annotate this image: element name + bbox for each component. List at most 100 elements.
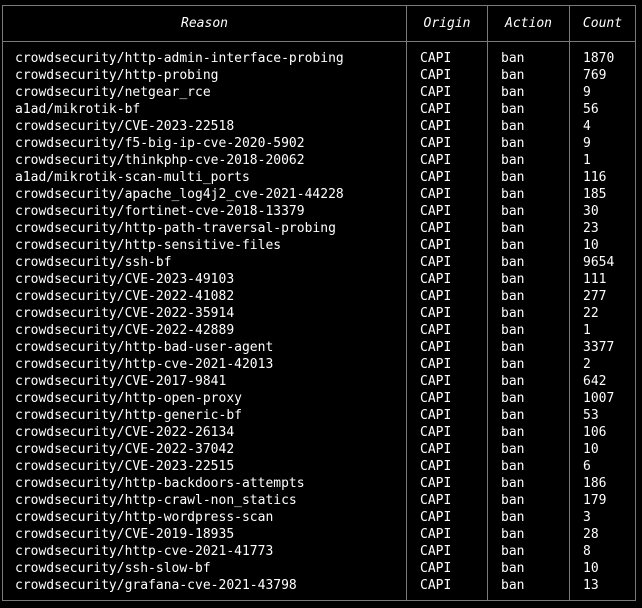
reason-cell: crowdsecurity/CVE-2017-9841 [15, 374, 227, 389]
origin-cell: CAPI [420, 408, 452, 423]
action-cell: ban [501, 170, 525, 185]
count-cell: 10 [583, 238, 599, 253]
reason-cell: crowdsecurity/http-probing [15, 68, 219, 83]
reason-cell: crowdsecurity/ssh-bf [15, 255, 172, 270]
count-cell: 13 [583, 578, 599, 593]
action-cell: ban [501, 340, 525, 355]
action-cell: ban [501, 85, 525, 100]
origin-cell: CAPI [420, 272, 452, 287]
table-row: crowdsecurity/http-backdoors-attempts CAP… [3, 475, 635, 492]
action-cell: ban [501, 204, 525, 219]
origin-cell: CAPI [420, 493, 452, 508]
reason-cell: crowdsecurity/f5-big-ip-cve-2020-5902 [15, 136, 305, 151]
origin-cell: CAPI [420, 374, 452, 389]
table-row: crowdsecurity/http-admin-interface-probi… [3, 50, 635, 67]
table-row: crowdsecurity/fortinet-cve-2018-13379 CAP… [3, 203, 635, 220]
action-cell: ban [501, 323, 525, 338]
origin-cell: CAPI [420, 238, 452, 253]
origin-cell: CAPI [420, 68, 452, 83]
count-cell: 106 [583, 425, 607, 440]
table-row: crowdsecurity/http-sensitive-files CAPI ba… [3, 237, 635, 254]
count-cell: 1 [583, 153, 591, 168]
reason-cell: crowdsecurity/http-crawl-non_statics [15, 493, 297, 508]
count-cell: 53 [583, 408, 599, 423]
action-cell: ban [501, 544, 525, 559]
count-cell: 30 [583, 204, 599, 219]
reason-cell: crowdsecurity/netgear_rce [15, 85, 211, 100]
header-count: Count [582, 16, 623, 31]
count-cell: 10 [583, 442, 599, 457]
count-cell: 116 [583, 170, 607, 185]
count-cell: 1870 [583, 51, 615, 66]
count-cell: 185 [583, 187, 607, 202]
origin-cell: CAPI [420, 357, 452, 372]
reason-cell: crowdsecurity/fortinet-cve-2018-13379 [15, 204, 305, 219]
reason-cell: crowdsecurity/ssh-slow-bf [15, 561, 211, 576]
reason-cell: crowdsecurity/CVE-2022-35914 [15, 306, 235, 321]
reason-cell: crowdsecurity/CVE-2022-41082 [15, 289, 235, 304]
table-row: crowdsecurity/http-cve-2021-41773 CAPI ban… [3, 543, 635, 560]
action-cell: ban [501, 153, 525, 168]
reason-cell: crowdsecurity/CVE-2022-42889 [15, 323, 235, 338]
table-row: crowdsecurity/http-probing CAPI ban 769 [3, 67, 635, 84]
count-cell: 56 [583, 102, 599, 117]
origin-cell: CAPI [420, 204, 452, 219]
reason-cell: crowdsecurity/grafana-cve-2021-43798 [15, 578, 297, 593]
table-row: crowdsecurity/CVE-2019-18935 CAPI ban 28 [3, 526, 635, 543]
reason-cell: crowdsecurity/CVE-2023-49103 [15, 272, 235, 287]
action-cell: ban [501, 187, 525, 202]
action-cell: ban [501, 51, 525, 66]
reason-cell: crowdsecurity/thinkphp-cve-2018-20062 [15, 153, 305, 168]
origin-cell: CAPI [420, 51, 452, 66]
action-cell: ban [501, 68, 525, 83]
action-cell: ban [501, 476, 525, 491]
origin-cell: CAPI [420, 136, 452, 151]
count-cell: 1007 [583, 391, 615, 406]
reason-cell: crowdsecurity/http-open-proxy [15, 391, 242, 406]
action-cell: ban [501, 408, 525, 423]
reason-cell: crowdsecurity/http-cve-2021-42013 [15, 357, 274, 372]
count-cell: 179 [583, 493, 607, 508]
action-cell: ban [501, 527, 525, 542]
origin-cell: CAPI [420, 221, 452, 236]
origin-cell: CAPI [420, 476, 452, 491]
header-reason: Reason [181, 16, 228, 31]
header-divider [3, 41, 635, 42]
origin-cell: CAPI [420, 289, 452, 304]
count-cell: 4 [583, 119, 591, 134]
count-cell: 642 [583, 374, 607, 389]
table-row: crowdsecurity/http-generic-bf CAPI ban 53 [3, 407, 635, 424]
action-cell: ban [501, 374, 525, 389]
table-row: crowdsecurity/apache_log4j2_cve-2021-442… [3, 186, 635, 203]
reason-cell: crowdsecurity/http-wordpress-scan [15, 510, 274, 525]
reason-cell: crowdsecurity/apache_log4j2_cve-2021-442… [15, 187, 344, 202]
action-cell: ban [501, 238, 525, 253]
reason-cell: a1ad/mikrotik-scan-multi_ports [15, 170, 250, 185]
table-row: crowdsecurity/CVE-2022-42889 CAPI ban 1 [3, 322, 635, 339]
header-action: Action [505, 16, 552, 31]
origin-cell: CAPI [420, 561, 452, 576]
reason-cell: crowdsecurity/CVE-2022-26134 [15, 425, 235, 440]
reason-cell: crowdsecurity/http-admin-interface-probi… [15, 51, 344, 66]
origin-cell: CAPI [420, 425, 452, 440]
origin-cell: CAPI [420, 306, 452, 321]
action-cell: ban [501, 255, 525, 270]
action-cell: ban [501, 221, 525, 236]
table-row: a1ad/mikrotik-bf CAPI ban 56 [3, 101, 635, 118]
table-row: crowdsecurity/CVE-2022-35914 CAPI ban 22 [3, 305, 635, 322]
origin-cell: CAPI [420, 153, 452, 168]
table-row: crowdsecurity/http-open-proxy CAPI ban 1007 [3, 390, 635, 407]
count-cell: 3377 [583, 340, 615, 355]
reason-cell: crowdsecurity/http-cve-2021-41773 [15, 544, 274, 559]
table-row: a1ad/mikrotik-scan-multi_ports CAPI ban 116 [3, 169, 635, 186]
table-row: crowdsecurity/http-cve-2021-42013 CAPI ban… [3, 356, 635, 373]
count-cell: 3 [583, 510, 591, 525]
table-row: crowdsecurity/CVE-2022-41082 CAPI ban 277 [3, 288, 635, 305]
count-cell: 277 [583, 289, 607, 304]
table-row: crowdsecurity/thinkphp-cve-2018-20062 CAP… [3, 152, 635, 169]
action-cell: ban [501, 493, 525, 508]
origin-cell: CAPI [420, 187, 452, 202]
table-body: crowdsecurity/http-admin-interface-probi… [3, 50, 635, 594]
table-row: crowdsecurity/grafana-cve-2021-43798 CAPI… [3, 577, 635, 594]
header-origin: Origin [423, 16, 471, 31]
